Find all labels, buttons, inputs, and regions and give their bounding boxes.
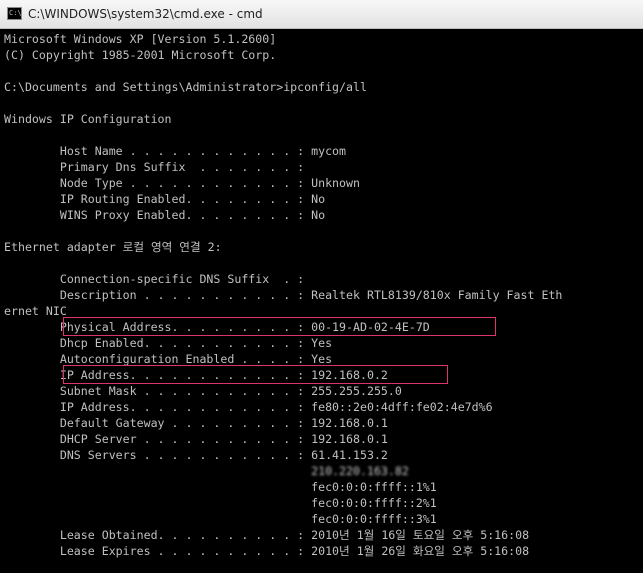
console-line: Host Name . . . . . . . . . . . . : myco… <box>4 144 347 158</box>
console-line: WINS Proxy Enabled. . . . . . . . : No <box>4 208 326 222</box>
cmd-icon-label: C:\ <box>9 9 22 17</box>
console-line: Default Gateway . . . . . . . . . : 192.… <box>4 416 388 430</box>
console-line: Windows IP Configuration <box>4 112 172 126</box>
console-line: Lease Obtained. . . . . . . . . . : 2010… <box>4 528 530 542</box>
console-line: Description . . . . . . . . . . . : Real… <box>4 288 563 302</box>
console-line: Node Type . . . . . . . . . . . . : Unkn… <box>4 176 360 190</box>
console-line: Microsoft Windows XP [Version 5.1.2600] <box>4 32 277 46</box>
cmd-icon: C:\ <box>7 7 22 20</box>
console-line: Primary Dns Suffix . . . . . . . : <box>4 160 305 174</box>
console-line: Connection-specific DNS Suffix . : <box>4 272 305 286</box>
console-output[interactable]: Microsoft Windows XP [Version 5.1.2600] … <box>4 31 643 573</box>
console-line: Ethernet adapter 로컬 영역 연결 2: <box>4 240 222 254</box>
console-line-redacted: 210.220.163.82 <box>4 464 409 478</box>
console-line: Dhcp Enabled. . . . . . . . . . . : Yes <box>4 336 333 350</box>
console-line: C:\Documents and Settings\Administrator>… <box>4 80 367 94</box>
console-line: Lease Expires . . . . . . . . . . : 2010… <box>4 544 530 558</box>
console-line: DNS Servers . . . . . . . . . . . : 61.4… <box>4 448 388 462</box>
console-line: Autoconfiguration Enabled . . . . : Yes <box>4 352 333 366</box>
title-bar[interactable]: C:\ C:\WINDOWS\system32\cmd.exe - cmd <box>0 0 643 29</box>
console-line: (C) Copyright 1985-2001 Microsoft Corp. <box>4 48 277 62</box>
console-line: Subnet Mask . . . . . . . . . . . : 255.… <box>4 384 402 398</box>
console-line: fec0:0:0:ffff::1%1 <box>4 480 437 494</box>
console-line: fec0:0:0:ffff::2%1 <box>4 496 437 510</box>
console-line: Physical Address. . . . . . . . . : 00-1… <box>4 320 430 334</box>
window-title: C:\WINDOWS\system32\cmd.exe - cmd <box>28 7 263 21</box>
console-line: fec0:0:0:ffff::3%1 <box>4 512 437 526</box>
console-line: IP Address. . . . . . . . . . . . : fe80… <box>4 400 493 414</box>
cmd-window: C:\ C:\WINDOWS\system32\cmd.exe - cmd Mi… <box>0 0 643 573</box>
console-line: DHCP Server . . . . . . . . . . . : 192.… <box>4 432 388 446</box>
console-line: IP Address. . . . . . . . . . . . : 192.… <box>4 368 388 382</box>
console-line: IP Routing Enabled. . . . . . . . : No <box>4 192 326 206</box>
console-line: ernet NIC <box>4 304 67 318</box>
